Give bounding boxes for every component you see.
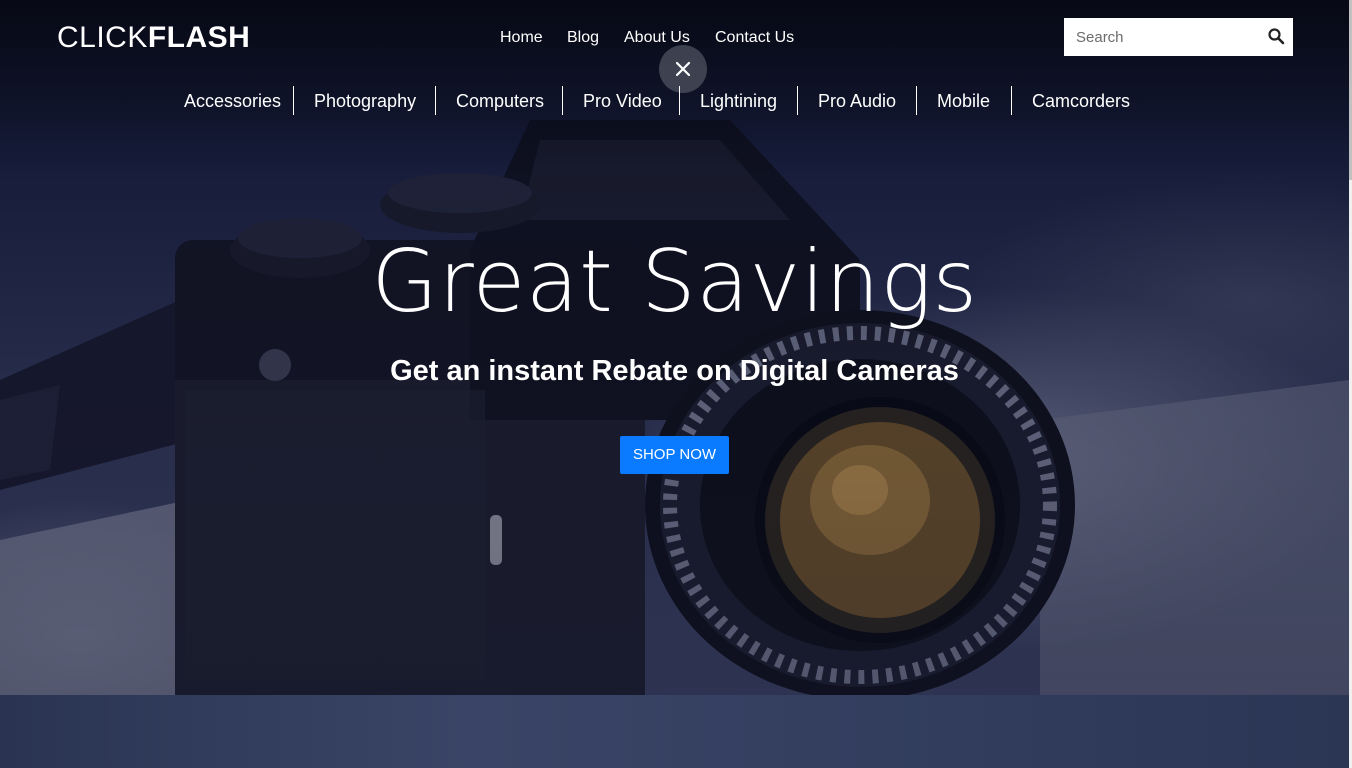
category-photography[interactable]: Photography	[314, 89, 416, 113]
category-divider	[562, 86, 563, 115]
category-divider	[679, 86, 680, 115]
category-computers[interactable]: Computers	[456, 89, 544, 113]
search-icon[interactable]	[1267, 27, 1285, 45]
category-divider	[435, 86, 436, 115]
search-input[interactable]	[1064, 18, 1254, 56]
nav-link-contact-us[interactable]: Contact Us	[715, 28, 794, 48]
category-divider	[916, 86, 917, 115]
nav-link-blog[interactable]: Blog	[567, 28, 599, 48]
category-camcorders[interactable]: Camcorders	[1032, 89, 1130, 113]
category-divider	[1011, 86, 1012, 115]
category-mobile[interactable]: Mobile	[937, 89, 990, 113]
category-divider	[797, 86, 798, 115]
category-pro-video[interactable]: Pro Video	[583, 89, 662, 113]
category-navigation: Accessories Photography Computers Pro Vi…	[0, 86, 1352, 116]
shop-now-button[interactable]: SHOP NOW	[620, 436, 729, 474]
category-divider	[293, 86, 294, 115]
category-lightining[interactable]: Lightining	[700, 89, 777, 113]
hero-headline: Great Savings	[371, 232, 978, 332]
search-box	[1064, 18, 1293, 56]
hero-subheadline: Get an instant Rebate on Digital Cameras	[390, 355, 959, 387]
next-section-preview	[0, 695, 1349, 768]
category-pro-audio[interactable]: Pro Audio	[818, 89, 896, 113]
category-accessories[interactable]: Accessories	[184, 89, 281, 113]
nav-link-home[interactable]: Home	[500, 28, 543, 48]
